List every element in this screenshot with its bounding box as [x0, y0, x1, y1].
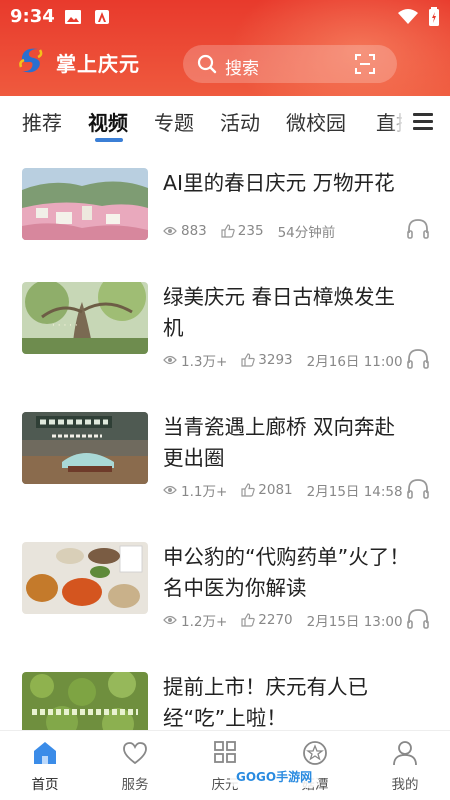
search-bar[interactable]: 搜索 [183, 45, 397, 83]
title-line: 经“吃”上啦！ [163, 706, 287, 730]
video-title[interactable]: 提前上市！庆元有人已 经“吃”上啦！ [163, 672, 425, 730]
like-count: 235 [237, 223, 264, 239]
video-title[interactable]: 当青瓷遇上廊桥 双向奔赴 更出圈 [163, 412, 425, 474]
publish-time: 2月16日 11:00 [306, 354, 403, 370]
nav-label: 首页 [31, 777, 59, 793]
publish-time: 2月15日 13:00 [306, 614, 403, 630]
status-time: 9:34 [10, 6, 55, 27]
view-count: 1.2万+ [181, 614, 228, 630]
home-icon [34, 742, 56, 764]
nav-label: 服务 [121, 777, 149, 793]
video-thumbnail [22, 168, 148, 240]
tab-topics[interactable]: 专题 [154, 107, 194, 136]
tab-recommend[interactable]: 推荐 [22, 107, 62, 136]
headset-icon[interactable] [406, 218, 430, 240]
like-count: 2081 [258, 482, 293, 498]
user-icon [393, 741, 417, 766]
battery-icon [429, 7, 439, 26]
grid-icon [214, 741, 236, 763]
eye-icon [163, 485, 177, 495]
view-count: 1.1万+ [181, 484, 228, 500]
video-meta: 1.1万+ 2081 2月15日 14:58 [163, 480, 417, 500]
list-item[interactable]: 当青瓷遇上廊桥 双向奔赴 更出圈 1.1万+ 2081 2月15日 14:58 [0, 406, 450, 536]
video-title[interactable]: 申公豹的“代购药单”火了！ 名中医为你解读 [163, 542, 425, 604]
title-line: 当青瓷遇上廊桥 双向奔赴 [163, 415, 396, 439]
search-placeholder: 搜索 [225, 59, 259, 79]
nav-home[interactable]: 首页 [0, 731, 90, 800]
svg-text:· · · · ·: · · · · · [52, 321, 78, 331]
headset-icon[interactable] [406, 608, 430, 630]
tab-menu-button[interactable] [402, 96, 450, 146]
heart-icon [123, 742, 147, 765]
nav-service[interactable]: 服务 [90, 731, 180, 800]
app-title: 掌上庆元 [56, 52, 140, 76]
app-notification-icon [95, 10, 109, 24]
app-logo [19, 48, 43, 73]
eye-icon [163, 615, 177, 625]
tab-events[interactable]: 活动 [220, 107, 260, 136]
menu-icon-bar [413, 120, 433, 123]
category-tabs: 推荐 视频 专题 活动 微校园 直播 [0, 96, 450, 146]
status-bar: 9:34 [0, 0, 450, 34]
video-meta: 883 235 54分钟前 [163, 221, 349, 241]
video-thumbnail [22, 672, 148, 730]
nav-label: 我的 [391, 777, 419, 793]
title-line: 绿美庆元 春日古樟焕发生 [163, 285, 396, 309]
search-icon [197, 54, 217, 74]
video-title[interactable]: AI里的春日庆元 万物开花 [163, 168, 425, 199]
list-item[interactable]: 申公豹的“代购药单”火了！ 名中医为你解读 1.2万+ 2270 2月15日 13:… [0, 536, 450, 666]
tab-campus[interactable]: 微校园 [286, 107, 346, 136]
video-thumbnail [22, 542, 148, 614]
title-line: 提前上市！庆元有人已 [163, 675, 368, 699]
bottom-navigation: 首页 服务 庆元 菇潭 我的 [0, 730, 450, 800]
app-bar: 掌上庆元 搜索 [0, 34, 450, 96]
title-line: 申公豹的“代购药单”火了！ [163, 545, 410, 569]
video-thumbnail: · · · · · [22, 282, 148, 354]
video-title[interactable]: 绿美庆元 春日古樟焕发生 机 [163, 282, 425, 344]
scan-icon[interactable] [355, 54, 375, 74]
nav-mine[interactable]: 我的 [360, 731, 450, 800]
video-meta: 1.3万+ 3293 2月16日 11:00 [163, 350, 417, 370]
tab-video[interactable]: 视频 [88, 107, 128, 136]
thumbs-up-icon [241, 613, 256, 627]
list-item[interactable]: · · · · · 绿美庆元 春日古樟焕发生 机 1.3万+ 3293 2月16日 … [0, 276, 450, 406]
headset-icon[interactable] [406, 348, 430, 370]
view-count: 1.3万+ [181, 354, 228, 370]
view-count: 883 [181, 223, 207, 239]
app-header: 9:34 掌上庆元 搜索 [0, 0, 450, 96]
list-item[interactable]: AI里的春日庆元 万物开花 883 235 54分钟前 [0, 146, 450, 276]
eye-icon [163, 355, 177, 365]
video-thumbnail [22, 412, 148, 484]
list-item[interactable]: 提前上市！庆元有人已 经“吃”上啦！ [0, 666, 450, 730]
thumbs-up-icon [241, 353, 256, 367]
title-line: 更出圈 [163, 446, 225, 470]
active-tab-indicator [95, 138, 123, 142]
watermark: GOGO手游网 [230, 766, 319, 788]
title-line: 机 [163, 316, 184, 340]
headset-icon[interactable] [406, 478, 430, 500]
like-count: 3293 [258, 352, 293, 368]
eye-icon [163, 226, 177, 236]
menu-icon-bar [413, 127, 433, 130]
image-notification-icon [65, 10, 81, 24]
menu-icon-bar [413, 113, 433, 116]
wifi-icon [398, 9, 418, 24]
video-list: AI里的春日庆元 万物开花 883 235 54分钟前 · · · · · 绿美庆元… [0, 146, 450, 730]
like-count: 2270 [258, 612, 293, 628]
title-line: AI里的春日庆元 万物开花 [163, 171, 395, 195]
star-circle-icon [303, 741, 327, 765]
title-line: 名中医为你解读 [163, 576, 307, 600]
publish-time: 54分钟前 [277, 225, 336, 241]
thumbs-up-icon [241, 483, 256, 497]
video-meta: 1.2万+ 2270 2月15日 13:00 [163, 610, 417, 630]
thumbs-up-icon [221, 224, 235, 238]
publish-time: 2月15日 14:58 [306, 484, 403, 500]
